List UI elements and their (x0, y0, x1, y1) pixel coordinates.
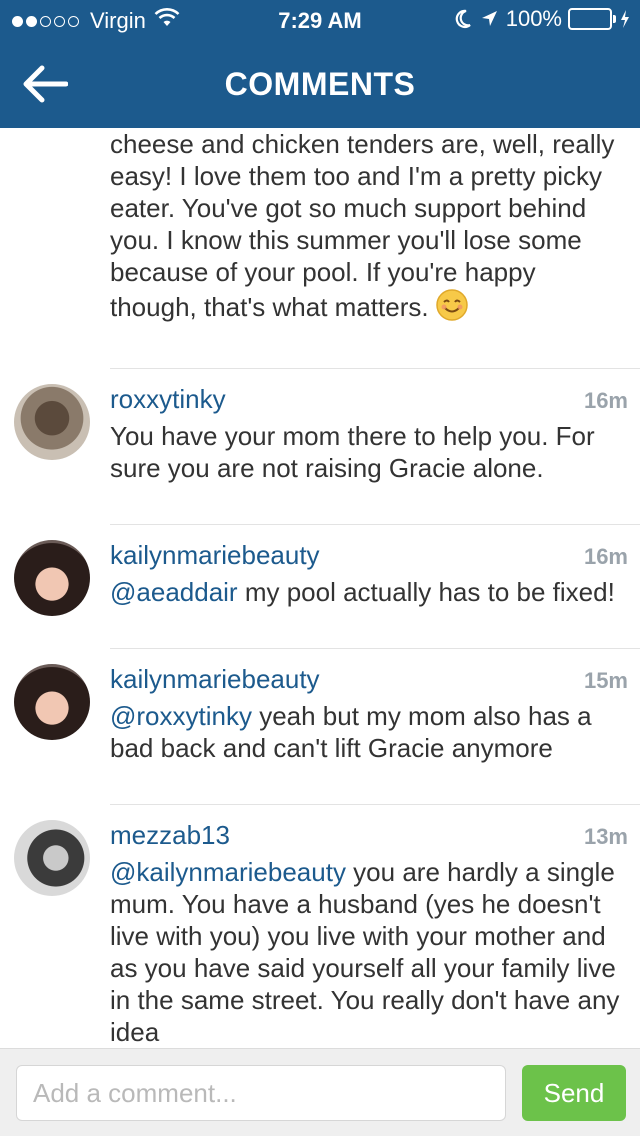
comment-input[interactable] (16, 1065, 506, 1121)
header: Virgin 7:29 AM 100% COMMENTS (0, 0, 640, 128)
comment-text: @aeaddair my pool actually has to be fix… (110, 576, 625, 608)
page-title: COMMENTS (224, 66, 416, 102)
comment-composer: Send (0, 1048, 640, 1136)
comment-username[interactable]: kailynmariebeauty (110, 664, 320, 695)
mention-link[interactable]: @roxxytinky (110, 701, 252, 731)
avatar[interactable] (14, 540, 90, 616)
comment-time: 16m (583, 388, 628, 413)
avatar[interactable] (14, 664, 90, 740)
comment-text: @roxxytinky yeah but my mom also has a b… (110, 700, 625, 764)
comment-time: 13m (583, 824, 628, 849)
avatar[interactable] (14, 384, 90, 460)
send-button[interactable]: Send (522, 1065, 626, 1121)
status-right: 100% (446, 6, 630, 32)
comment-text-body: my pool actually has to be fixed! (237, 577, 615, 607)
battery-percent: 100% (505, 6, 562, 31)
comment-username[interactable]: kailynmariebeauty (110, 540, 320, 571)
divider (110, 804, 640, 805)
divider (110, 524, 640, 525)
location-arrow-icon (480, 9, 498, 29)
previous-comment-body: cheese and chicken tenders are, well, re… (110, 129, 615, 322)
avatar[interactable] (14, 820, 90, 896)
divider (110, 368, 640, 369)
comments-list[interactable]: cheese and chicken tenders are, well, re… (0, 128, 640, 1048)
divider (110, 648, 640, 649)
comment-time: 15m (583, 668, 628, 693)
comment-username[interactable]: roxxytinky (110, 384, 226, 415)
battery-icon (568, 8, 616, 30)
smiling-face-icon (435, 288, 469, 329)
nav-bar: COMMENTS (0, 40, 640, 128)
mention-link[interactable]: @kailynmariebeauty (110, 857, 346, 887)
comment-text: @kailynmariebeauty you are hardly a sing… (110, 856, 625, 1048)
comment-text: You have your mom there to help you. For… (110, 420, 625, 484)
charging-bolt-icon (620, 9, 630, 29)
previous-comment-text: cheese and chicken tenders are, well, re… (110, 128, 620, 329)
mention-link[interactable]: @aeaddair (110, 577, 238, 607)
moon-icon (454, 9, 472, 29)
comment-text-body: You have your mom there to help you. For… (110, 421, 595, 483)
comment-time: 16m (583, 544, 628, 569)
status-bar: Virgin 7:29 AM 100% (0, 0, 640, 40)
comment-username[interactable]: mezzab13 (110, 820, 230, 851)
